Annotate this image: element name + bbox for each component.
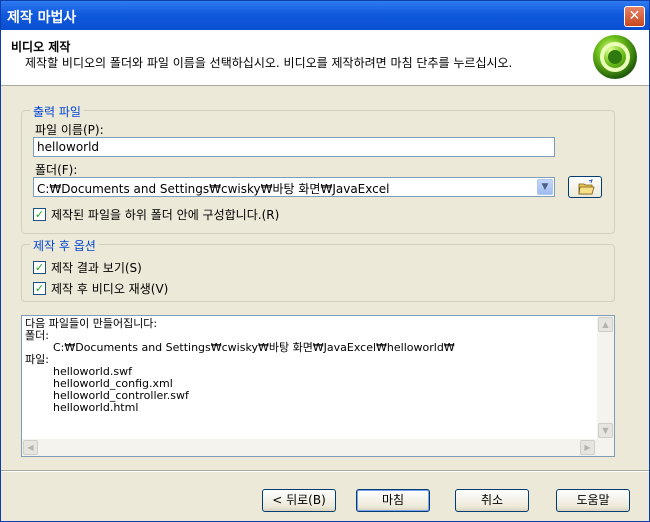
checkmark-icon: ✓ (33, 282, 46, 295)
browse-folder-button[interactable] (568, 176, 602, 198)
checkmark-icon: ✓ (33, 208, 46, 221)
cancel-button[interactable]: 취소 (455, 489, 529, 512)
folder-combobox[interactable]: C:₩Documents and Settings₩cwisky₩바탕 화면₩J… (33, 177, 555, 197)
play-video-label: 제작 후 비디오 재생(V) (51, 282, 169, 296)
scroll-left-icon[interactable]: ◀ (23, 440, 38, 455)
scroll-up-icon[interactable]: ▲ (598, 317, 613, 332)
filename-input[interactable]: helloworld (33, 137, 555, 157)
footer-divider (1, 470, 649, 472)
open-folder-icon (578, 179, 595, 195)
help-button[interactable]: 도움말 (556, 489, 630, 512)
back-button[interactable]: < 뒤로(B) (262, 489, 336, 512)
wizard-header: 비디오 제작 제작할 비디오의 폴더와 파일 이름을 선택하십시오. 비디오를 … (1, 30, 649, 86)
title-bar[interactable]: 제작 마법사 ✕ (1, 1, 649, 30)
chevron-down-icon[interactable]: ▼ (537, 179, 553, 195)
scroll-down-icon[interactable]: ▼ (598, 423, 613, 438)
filename-label: 파일 이름(P): (35, 123, 104, 137)
output-group-label: 출력 파일 (30, 103, 84, 120)
wizard-window: 제작 마법사 ✕ 비디오 제작 제작할 비디오의 폴더와 파일 이름을 선택하십… (0, 0, 650, 522)
summary-text: 다음 파일들이 만들어집니다: 폴더: C:₩Documents and Set… (25, 317, 455, 414)
page-description: 제작할 비디오의 폴더와 파일 이름을 선택하십시오. 비디오를 제작하려면 마… (25, 56, 513, 70)
close-button[interactable]: ✕ (624, 6, 645, 27)
folder-value: C:₩Documents and Settings₩cwisky₩바탕 화면₩J… (37, 182, 390, 196)
folder-label: 폴더(F): (35, 163, 78, 177)
subfolder-checkbox-label: 제작된 파일을 하위 폴더 안에 구성합니다.(R) (51, 208, 280, 222)
summary-textarea[interactable]: 다음 파일들이 만들어집니다: 폴더: C:₩Documents and Set… (21, 315, 615, 457)
finish-button[interactable]: 마침 (356, 489, 430, 512)
checkmark-icon: ✓ (33, 261, 46, 274)
horizontal-scrollbar[interactable]: ◀ ▶ (22, 439, 614, 456)
close-icon: ✕ (628, 8, 641, 24)
scroll-right-icon[interactable]: ▶ (580, 440, 595, 455)
subfolder-checkbox[interactable]: ✓ 제작된 파일을 하위 폴더 안에 구성합니다.(R) (33, 206, 279, 223)
post-options-label: 제작 후 옵션 (30, 237, 99, 254)
page-title: 비디오 제작 (11, 40, 71, 54)
view-results-label: 제작 결과 보기(S) (51, 261, 142, 275)
app-logo-icon (593, 35, 637, 79)
play-video-checkbox[interactable]: ✓ 제작 후 비디오 재생(V) (33, 280, 168, 297)
window-title: 제작 마법사 (7, 10, 77, 26)
vertical-scrollbar[interactable]: ▲ ▼ (597, 316, 614, 440)
view-results-checkbox[interactable]: ✓ 제작 결과 보기(S) (33, 259, 142, 276)
